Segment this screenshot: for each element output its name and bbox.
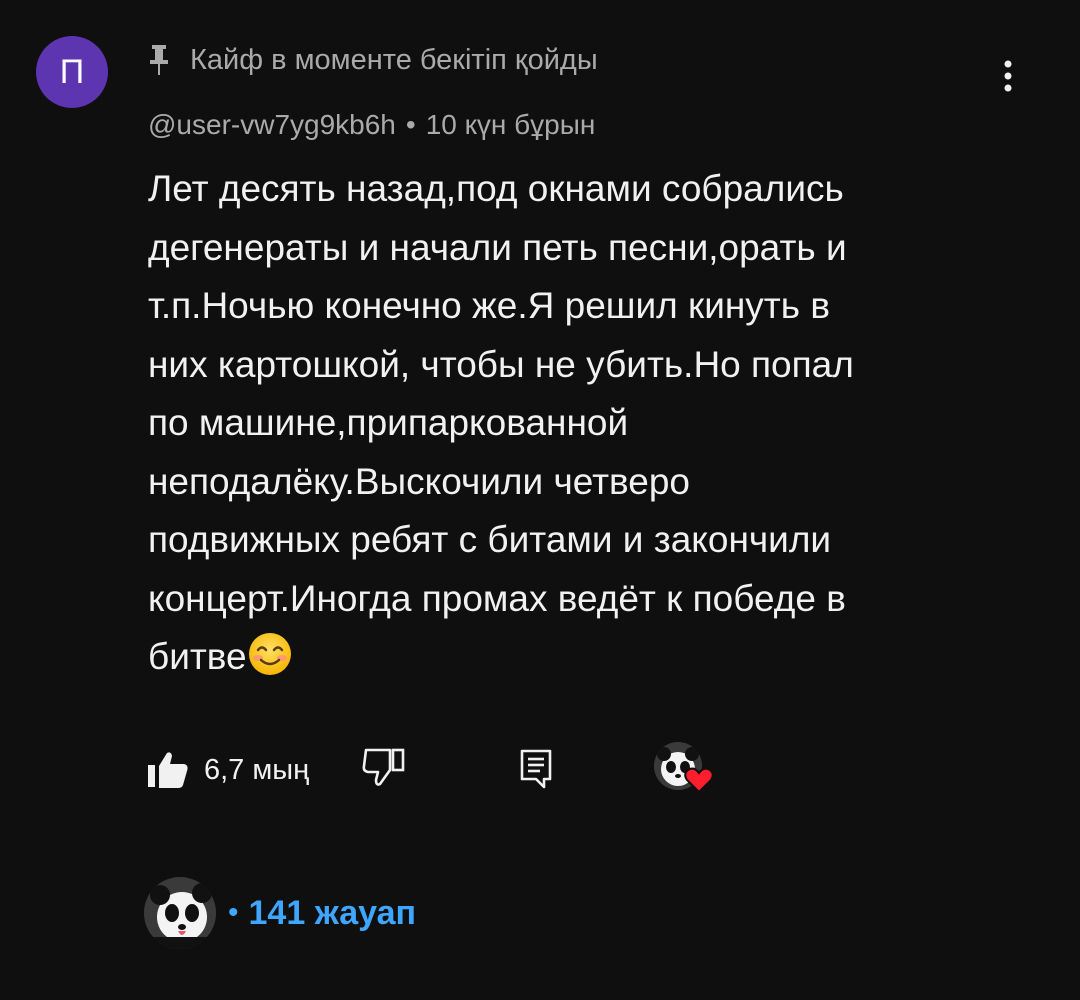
replies-count[interactable]: 141 жауап [249,894,417,933]
avatar-letter: П [59,52,85,91]
replies-dot: • [228,896,239,929]
like-count: 6,7 мың [204,754,310,786]
replies-link[interactable]: • 141 жауап [144,876,416,950]
author-avatar[interactable]: П [36,36,108,108]
comment-text: Лет десять назад,под окнами собрались де… [148,168,854,677]
smiling-face-emoji-icon [247,631,293,677]
creator-heart [652,742,720,798]
pin-icon [148,43,170,77]
dislike-button[interactable] [360,746,408,788]
comment-time: 10 күн бұрын [425,109,596,140]
author-handle[interactable]: @user-vw7yg9kb6h [148,109,396,141]
meta-separator: • [405,109,416,140]
like-button[interactable] [146,750,190,790]
reply-author-avatar [144,877,216,949]
comment-body: Лет десять назад,под окнами собрались де… [148,160,988,687]
comment-meta: @user-vw7yg9kb6h • 10 күн бұрын [148,106,595,144]
heart-icon [684,766,714,794]
more-options-button[interactable] [988,52,1028,100]
reply-icon [520,749,552,789]
pinned-label: Кайф в моменте бекітіп қойды [190,43,598,76]
reply-button[interactable] [518,748,556,790]
comment-actions: 6,7 мың [146,742,846,798]
thumbs-down-icon [362,748,405,786]
more-vert-icon [1004,60,1012,92]
pinned-indicator: Кайф в моменте бекітіп қойды [148,40,598,80]
thumbs-up-icon [148,752,188,788]
